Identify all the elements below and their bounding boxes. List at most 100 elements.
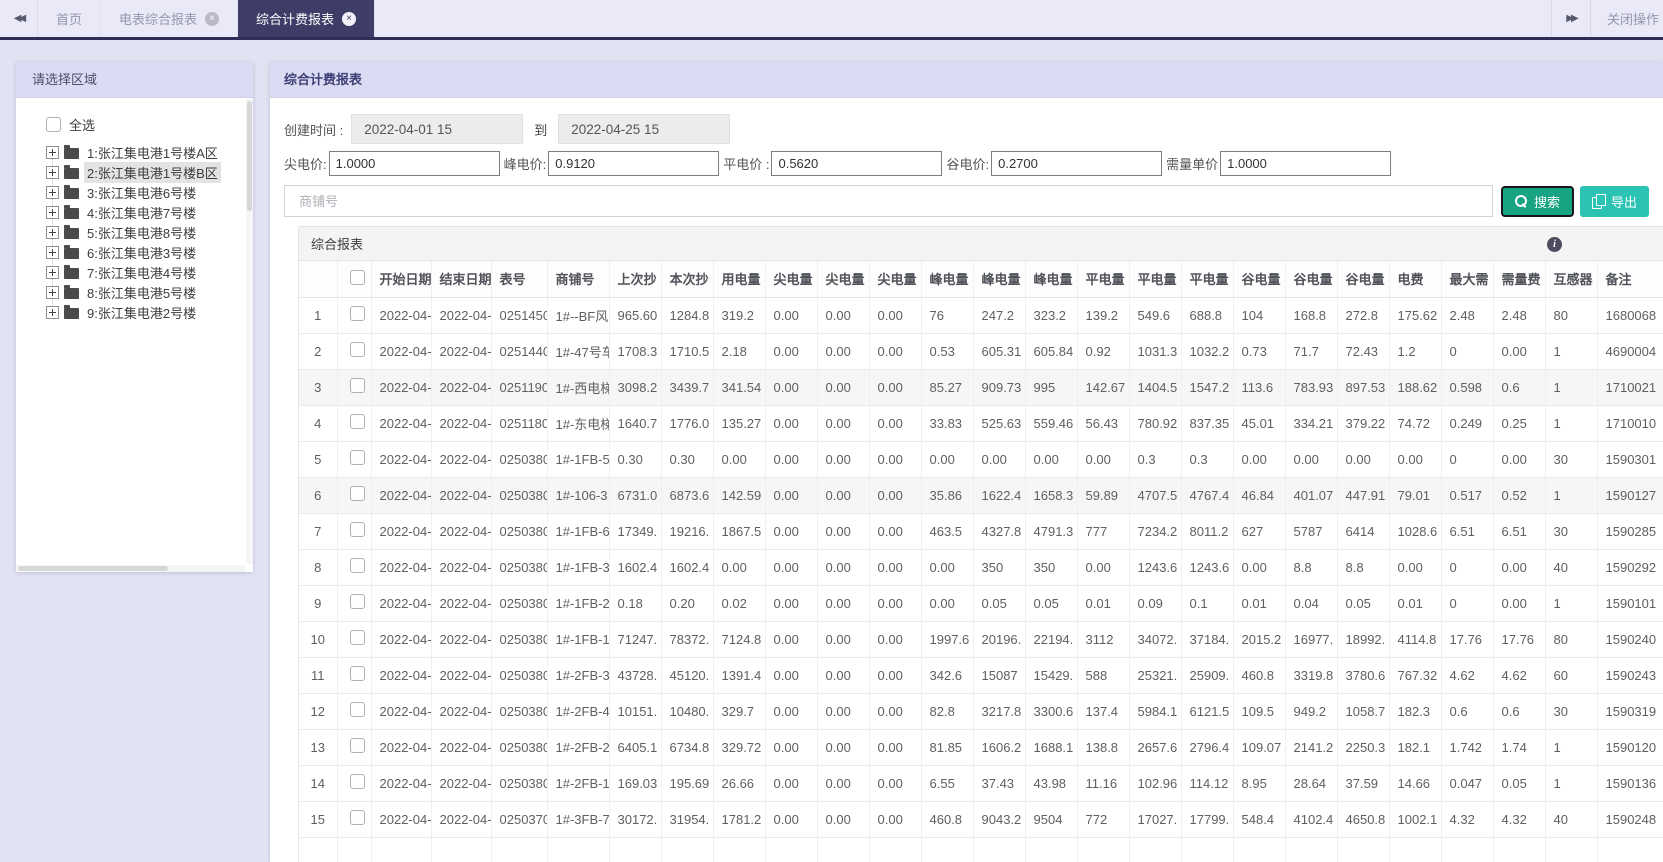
row-checkbox[interactable] (349, 522, 365, 537)
shop-number-input[interactable] (284, 185, 1493, 217)
table-cell: 525.63 (973, 405, 1026, 442)
sidebar-horizontal-scrollbar[interactable] (16, 565, 245, 572)
column-header[interactable]: 备注 (1597, 261, 1663, 298)
row-checkbox-cell (337, 657, 372, 694)
tab-label: 首页 (56, 12, 83, 27)
table-cell: 4114.8 (1389, 621, 1442, 658)
column-header[interactable]: 互感器 (1545, 261, 1598, 298)
row-checkbox[interactable] (349, 702, 365, 717)
info-icon[interactable] (1547, 237, 1562, 252)
tab-home[interactable]: 首页 (38, 0, 102, 37)
column-header[interactable]: 用电量 (713, 261, 766, 298)
column-header[interactable]: 平电量 (1181, 261, 1234, 298)
expand-icon[interactable] (46, 225, 59, 239)
tree-item[interactable]: 6:张江集电港3号楼 (46, 242, 243, 262)
table-cell: 1590285 (1597, 513, 1663, 550)
sharp-price-input[interactable] (328, 151, 500, 176)
column-header[interactable]: 需量费 (1493, 261, 1546, 298)
row-checkbox[interactable] (349, 630, 365, 645)
scrollbar-thumb[interactable] (247, 101, 252, 211)
column-header[interactable]: 峰电量 (1025, 261, 1078, 298)
column-header[interactable]: 开始日期 (371, 261, 432, 298)
table-scroll-area[interactable]: 开始日期 结束日期 表号 商铺号 上次抄 本次抄 用电量 尖电量 尖电量 尖电量 峰电量 峰电量 峰电量… (299, 261, 1663, 862)
date-from-input[interactable] (351, 114, 524, 144)
column-header[interactable]: 结束日期 (431, 261, 492, 298)
column-header[interactable]: 电费 (1389, 261, 1442, 298)
tree-item[interactable]: 2:张江集电港1号楼B区 (46, 161, 243, 183)
row-checkbox[interactable] (349, 486, 365, 501)
select-all-row[interactable]: 全选 (46, 114, 243, 134)
table-cell (491, 837, 548, 862)
scroll-tabs-left-icon[interactable]: ◀◀ (0, 0, 38, 37)
flat-price-input[interactable] (771, 151, 943, 176)
expand-icon[interactable] (46, 285, 59, 299)
row-checkbox[interactable] (349, 774, 365, 789)
close-operations-menu[interactable]: 关闭操作 (1591, 0, 1663, 37)
row-checkbox[interactable] (349, 666, 365, 681)
expand-icon[interactable] (46, 145, 59, 159)
peak-price-input[interactable] (548, 151, 720, 176)
tab-billing-report[interactable]: 综合计费报表 (238, 0, 376, 37)
sidebar-vertical-scrollbar[interactable] (246, 99, 253, 564)
demand-price-input[interactable] (1220, 151, 1392, 176)
expand-icon[interactable] (46, 185, 59, 199)
column-header[interactable]: 本次抄 (661, 261, 714, 298)
column-header[interactable]: 平电量 (1129, 261, 1182, 298)
column-header[interactable]: 谷电量 (1285, 261, 1338, 298)
expand-icon[interactable] (46, 245, 59, 259)
table-cell (1025, 837, 1078, 862)
table-cell: 1284.8 (661, 297, 714, 334)
scrollbar-thumb[interactable] (18, 566, 168, 571)
column-header[interactable]: 谷电量 (1337, 261, 1390, 298)
column-header[interactable]: 商铺号 (547, 261, 610, 298)
row-checkbox[interactable] (349, 342, 365, 357)
tree-item[interactable]: 8:张江集电港5号楼 (46, 282, 243, 302)
column-header[interactable]: 峰电量 (921, 261, 974, 298)
column-header[interactable]: 谷电量 (1233, 261, 1286, 298)
expand-icon[interactable] (46, 205, 59, 219)
row-checkbox[interactable] (349, 414, 365, 429)
close-tab-icon[interactable] (205, 11, 220, 26)
tree-item[interactable]: 5:张江集电港8号楼 (46, 222, 243, 242)
row-checkbox[interactable] (349, 558, 365, 573)
close-tab-icon[interactable] (342, 11, 357, 26)
tree-item-label: 5:张江集电港8号楼 (87, 225, 197, 241)
table-cell: 4.62 (1493, 657, 1546, 694)
tree-item[interactable]: 1:张江集电港1号楼A区 (46, 142, 243, 162)
select-all-rows-checkbox[interactable] (349, 269, 365, 285)
row-checkbox[interactable] (349, 306, 365, 321)
row-checkbox[interactable] (349, 594, 365, 609)
row-checkbox[interactable] (349, 450, 365, 465)
export-button[interactable]: 导出 (1579, 185, 1649, 217)
column-header[interactable]: 峰电量 (973, 261, 1026, 298)
date-to-input[interactable] (558, 114, 731, 144)
scroll-tabs-right-icon[interactable]: ▶▶ (1552, 0, 1590, 37)
row-checkbox[interactable] (349, 810, 365, 825)
column-header[interactable]: 上次抄 (609, 261, 662, 298)
column-header[interactable]: 尖电量 (869, 261, 922, 298)
expand-icon[interactable] (46, 165, 59, 179)
valley-price-input[interactable] (991, 151, 1163, 176)
row-checkbox[interactable] (349, 378, 365, 393)
table-row: 22022-04-2022-04-025144001#-47号车1708.317… (299, 333, 1663, 370)
tree-item[interactable]: 9:张江集电港2号楼 (46, 302, 243, 322)
column-header[interactable]: 尖电量 (817, 261, 870, 298)
column-header[interactable]: 最大需 (1441, 261, 1494, 298)
column-header[interactable]: 表号 (491, 261, 548, 298)
expand-icon[interactable] (46, 265, 59, 279)
expand-icon[interactable] (46, 305, 59, 319)
folder-icon (64, 164, 79, 179)
select-all-checkbox[interactable] (46, 116, 61, 132)
tab-meter-report[interactable]: 电表综合报表 (101, 0, 239, 37)
folder-icon (64, 224, 79, 239)
column-header[interactable]: 尖电量 (765, 261, 818, 298)
table-cell: 0.02 (713, 585, 766, 622)
search-button[interactable]: 搜索 (1500, 185, 1574, 217)
row-checkbox[interactable] (349, 738, 365, 753)
tree-item[interactable]: 3:张江集电港6号楼 (46, 182, 243, 202)
table-cell: 0.00 (869, 693, 922, 730)
tree-item[interactable]: 4:张江集电港7号楼 (46, 202, 243, 222)
tree-item[interactable]: 7:张江集电港4号楼 (46, 262, 243, 282)
table-cell: 0 (1441, 549, 1494, 586)
column-header[interactable]: 平电量 (1077, 261, 1130, 298)
